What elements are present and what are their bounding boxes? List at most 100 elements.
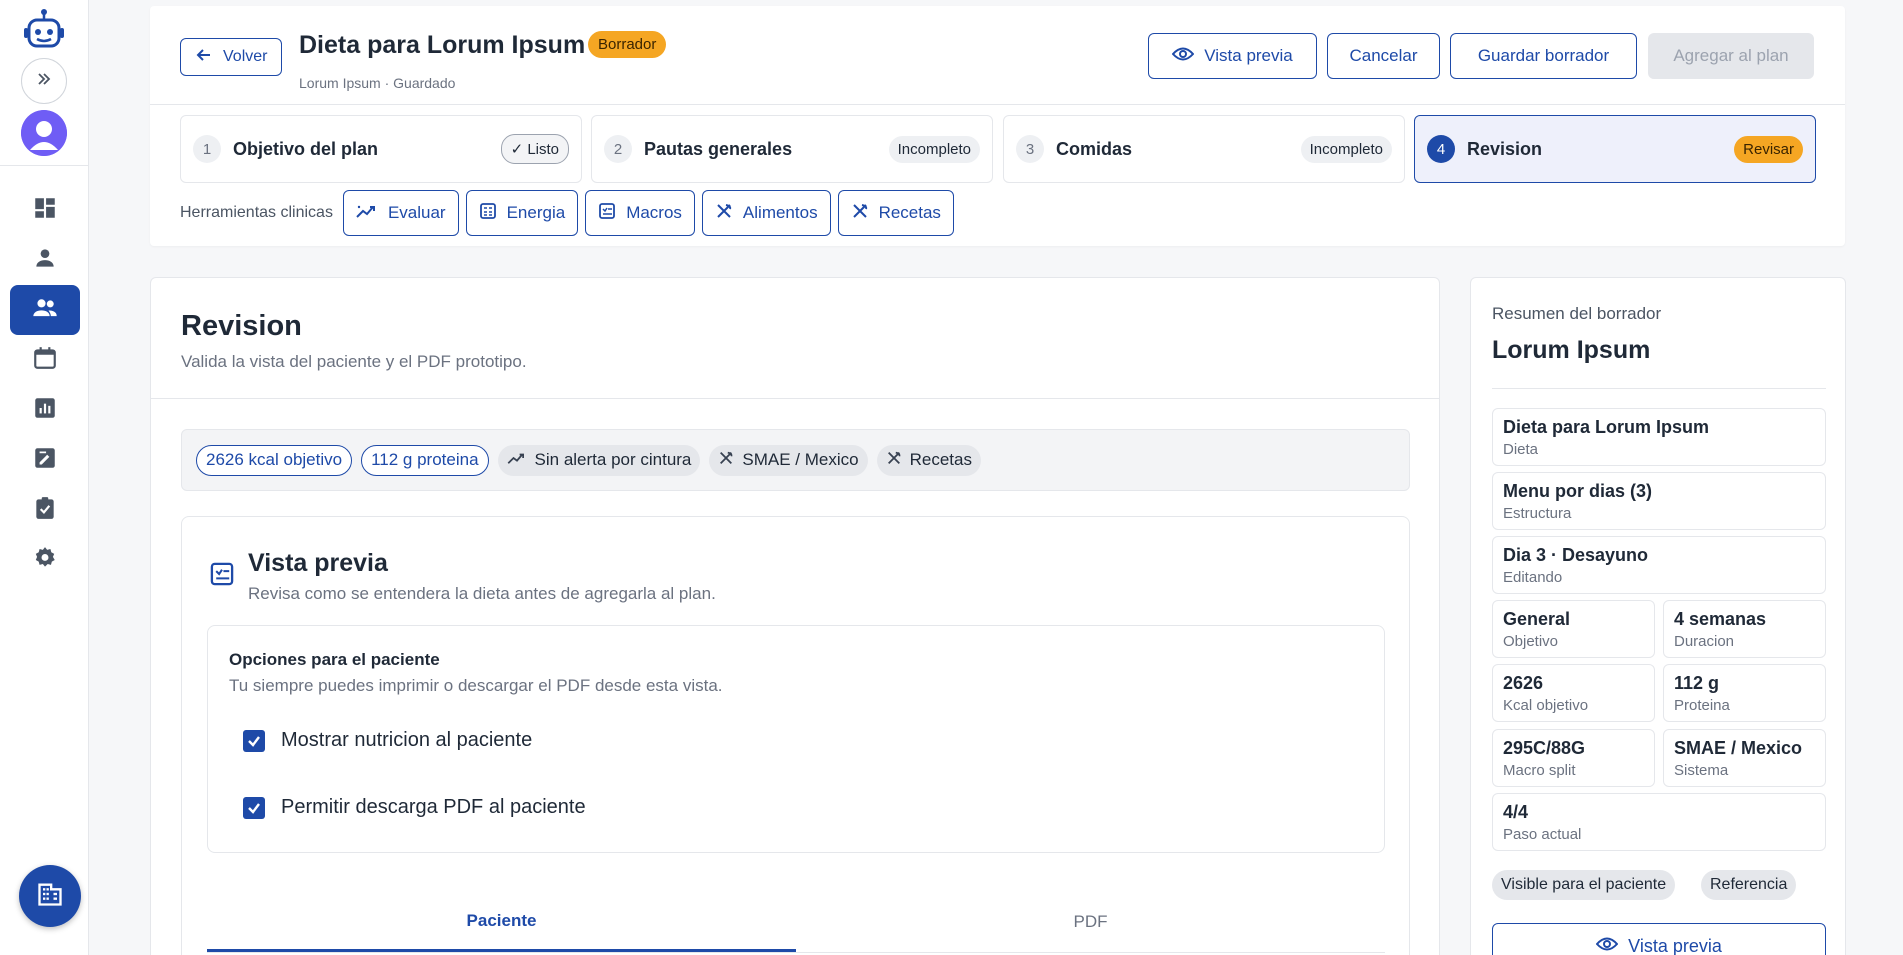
preview-tabs: Paciente PDF (207, 892, 1385, 953)
preview-button-label: Vista previa (1204, 46, 1293, 65)
utensils-icon (851, 202, 869, 225)
back-button-label: Volver (223, 48, 268, 65)
arrow-left-icon (195, 46, 213, 69)
allow-pdf-download-option[interactable]: Permitir descarga PDF al paciente (243, 796, 586, 819)
show-nutrition-option[interactable]: Mostrar nutricion al paciente (243, 729, 532, 752)
trending-icon (356, 203, 378, 224)
dashboard-icon (32, 195, 58, 226)
sidebar-item-people[interactable] (10, 285, 80, 335)
page-title: Dieta para Lorum Ipsum (299, 31, 586, 59)
show-nutrition-checkbox[interactable] (243, 729, 265, 752)
eye-icon (1171, 46, 1195, 67)
summary-card-caption: Estructura (1503, 505, 1572, 522)
chip-recipes: Recetas (876, 444, 981, 476)
summary-card-protein: 112 g Proteina (1663, 664, 1826, 722)
step-revision[interactable]: 4 Revision Revisar (1414, 115, 1816, 183)
tool-label: Evaluar (387, 203, 446, 222)
utensils-icon (886, 450, 902, 471)
summary-card-caption: Macro split (1503, 762, 1576, 779)
sidebar-item-tasks[interactable] (10, 485, 80, 535)
avatar[interactable] (21, 110, 67, 156)
chip-protein: 112 g proteina (361, 444, 489, 476)
header-top-bar: Volver Dieta para Lorum Ipsum Borrador L… (150, 6, 1845, 105)
preview-title: Vista previa (248, 549, 388, 577)
chip-label: Recetas (909, 450, 972, 469)
clinical-tools-label: Herramientas clinicas (180, 204, 333, 221)
expand-sidebar-button[interactable] (21, 58, 67, 104)
step-objetivo[interactable]: 1 Objetivo del plan ✓ Listo (180, 115, 582, 183)
tool-alimentos-button[interactable]: Alimentos (701, 190, 831, 236)
chip-system: SMAE / Mexico (709, 444, 868, 476)
summary-card-duration: 4 semanas Duracion (1663, 600, 1826, 658)
sidebar-item-settings[interactable] (10, 535, 80, 585)
sidebar-item-calendar[interactable] (10, 335, 80, 385)
summary-card-system: SMAE / Mexico Sistema (1663, 729, 1826, 787)
patient-options-description: Tu siempre puedes imprimir o descargar e… (229, 676, 723, 695)
step-status-badge: Incompleto (1300, 135, 1392, 163)
sidebar-item-dashboard[interactable] (10, 185, 80, 235)
eye-icon (1595, 936, 1619, 955)
summary-card-caption: Duracion (1674, 633, 1735, 650)
stepper: 1 Objetivo del plan ✓ Listo 2 Pautas gen… (180, 115, 1816, 183)
gear-icon (32, 545, 58, 576)
patient-options-title: Opciones para el paciente (229, 650, 440, 669)
clipboard-check-icon (32, 495, 58, 526)
step-pautas[interactable]: 2 Pautas generales Incompleto (591, 115, 993, 183)
sidebar-item-reports[interactable] (10, 385, 80, 435)
step-comidas[interactable]: 3 Comidas Incompleto (1003, 115, 1405, 183)
organization-button[interactable] (19, 865, 81, 927)
step-label: Pautas generales (644, 138, 793, 159)
summary-card-diet: Dieta para Lorum Ipsum Dieta (1492, 408, 1826, 466)
tab-paciente[interactable]: Paciente (207, 892, 796, 952)
summary-preview-button[interactable]: Vista previa (1492, 923, 1826, 955)
summary-card-current-step: 4/4 Paso actual (1492, 793, 1826, 851)
summary-card-caption: Dieta (1503, 441, 1539, 458)
chart-icon (32, 395, 58, 426)
summary-card-value: 4 semanas (1674, 609, 1767, 629)
summary-card-caption: Sistema (1674, 762, 1729, 779)
chip-waist-alert: Sin alerta por cintura (497, 444, 701, 476)
back-button[interactable]: Volver (180, 38, 283, 76)
summary-preview-label: Vista previa (1628, 935, 1722, 955)
add-to-plan-button[interactable]: Agregar al plan (1648, 33, 1814, 79)
step-number: 4 (1427, 135, 1455, 163)
summary-card-value: Dieta para Lorum Ipsum (1503, 417, 1710, 437)
summary-card-value: 295C/88G (1503, 738, 1586, 758)
robot-logo-icon[interactable] (20, 8, 68, 56)
tool-label: Macros (626, 203, 682, 222)
save-draft-button[interactable]: Guardar borrador (1450, 33, 1637, 79)
summary-card-caption: Editando (1503, 569, 1563, 586)
tool-evaluar-button[interactable]: Evaluar (342, 190, 459, 236)
summary-card-editing: Dia 3 · Desayuno Editando (1492, 536, 1826, 594)
people-icon (31, 294, 59, 327)
chip-label: SMAE / Mexico (742, 450, 859, 469)
tool-energia-button[interactable]: Energia (465, 190, 579, 236)
summary-card-value: SMAE / Mexico (1674, 738, 1803, 758)
tool-macros-button[interactable]: Macros (585, 190, 695, 236)
step-label: Objetivo del plan (233, 138, 379, 159)
tab-pdf[interactable]: PDF (796, 892, 1385, 952)
summary-card-structure: Menu por dias (3) Estructura (1492, 472, 1826, 530)
summary-patient-name: Lorum Ipsum (1492, 336, 1651, 364)
allow-pdf-download-checkbox[interactable] (243, 796, 265, 819)
tag-reference: Referencia (1701, 870, 1797, 900)
option-label: Permitir descarga PDF al paciente (281, 796, 586, 818)
sidebar-item-notes[interactable] (10, 435, 80, 485)
calendar-icon (32, 345, 58, 376)
person-icon (32, 245, 58, 276)
page-subtitle: Lorum Ipsum · Guardado (299, 75, 456, 91)
summary-card-macro-split: 295C/88G Macro split (1492, 729, 1655, 787)
step-status-badge: Revisar (1734, 135, 1803, 163)
sidebar-item-person[interactable] (10, 235, 80, 285)
summary-card-caption: Proteina (1674, 697, 1730, 714)
clinical-tools: Herramientas clinicas Evaluar Energia Ma… (180, 190, 961, 236)
preview-button[interactable]: Vista previa (1148, 33, 1317, 79)
cancel-button[interactable]: Cancelar (1327, 33, 1440, 79)
step-number: 3 (1016, 135, 1044, 163)
summary-card-value: 112 g (1674, 673, 1720, 693)
tool-recetas-button[interactable]: Recetas (837, 190, 954, 236)
step-number: 2 (604, 135, 632, 163)
step-status-badge: Incompleto (888, 135, 980, 163)
summary-chips: 2626 kcal objetivo 112 g proteina Sin al… (181, 429, 1410, 491)
building-icon (36, 880, 64, 913)
